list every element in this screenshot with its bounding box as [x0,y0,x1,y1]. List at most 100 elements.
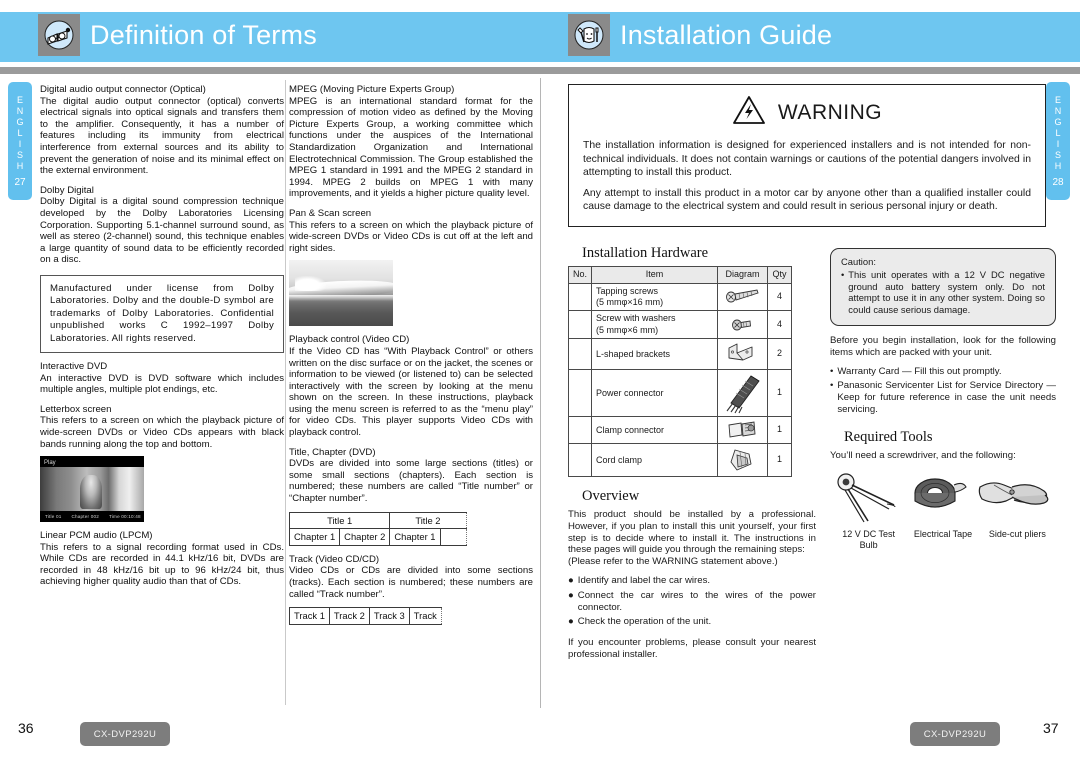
row-item: Power connector [591,369,718,418]
overview-closing: If you encounter problems, please consul… [568,637,816,660]
warning-paragraph-2: Any attempt to install this product in a… [583,187,1031,213]
packed-item-2: Panasonic Servicenter List for Service D… [837,380,1056,415]
letterbox-screen-photo: Play Title 01 Chapter 002 Time 00:10:48 [40,456,144,523]
l-bracket-icon [717,338,768,371]
term-pan-and-scan: Pan & Scan screen This refers to a scree… [289,208,533,254]
definitions-column-one: Digital audio output connector (Optical)… [40,84,284,588]
test-bulb-icon [832,471,902,525]
bullet-icon: • [830,380,834,392]
term-body: The digital audio output connector (opti… [40,95,284,177]
term-body: This refers to a screen on which the pla… [289,219,533,254]
table-row: Screw with washers (5 mmφ×6 mm) 4 [567,310,792,340]
row-item: Tapping screws (5 mmφ×16 mm) [591,282,718,312]
track-table: Track 1 Track 2 Track 3 Track [289,607,442,625]
clamp-connector-icon [717,416,768,445]
row-qty: 2 [767,338,792,371]
term-linear-pcm: Linear PCM audio (LPCM) This refers to a… [40,530,284,588]
term-digital-audio-output: Digital audio output connector (Optical)… [40,84,284,177]
term-body: Video CDs or CDs are divided into some s… [289,565,533,600]
table-row: L-shaped brackets 2 [567,338,792,371]
caution-item: • This unit operates with a 12 V DC nega… [841,269,1045,316]
right-page-title: Installation Guide [620,19,833,50]
tapping-screw-icon [717,282,768,312]
table-header-row: No. Item Diagram Qty [567,265,792,284]
term-title: Interactive DVD [40,360,108,372]
overview-heading: Overview [582,488,640,505]
side-cut-pliers-icon [974,471,1054,525]
list-item: ● Identify and label the car wires. [568,575,816,587]
osd-time: Time 00:10:48 [108,513,141,519]
track-cell-1: Track 1 [289,607,330,625]
model-badge-right: CX-DVP292U [910,722,1000,746]
header-gray-rule [0,67,1080,74]
caution-box: Caution: • This unit operates with a 12 … [830,248,1056,326]
electrical-tape-icon [905,471,971,525]
row-no [567,282,593,312]
row-no [567,416,593,445]
left-page-header: Definition of Terms [38,14,317,56]
packed-items-intro: Before you begin installation, look for … [830,334,1056,358]
term-title: Title, Chapter (DVD) [289,446,376,458]
list-item: ● Check the operation of the unit. [568,616,816,628]
installation-hardware-table: No. Item Diagram Qty Tapping screws (5 m… [567,265,792,478]
list-item: • Warranty Card — Fill this out promptly… [830,366,1056,378]
overview-bullets: ● Identify and label the car wires. ● Co… [568,575,816,628]
letterbox-play-label: Play [44,460,56,467]
term-letterbox-screen: Letterbox screen This refers to a screen… [40,404,284,450]
bullet-icon: • [830,365,834,377]
table-row: Chapter 1 Chapter 2 Chapter 1 [288,528,467,546]
track-cell-3: Track 3 [368,607,410,625]
term-playback-control: Playback control (Video CD) If the Video… [289,334,533,438]
chapter-cell-3: Chapter 1 [389,528,441,546]
title-chapter-table: Title 1 Title 2 Chapter 1 Chapter 2 Chap… [288,511,467,546]
term-track: Track (Video CD/CD) Video CDs or CDs are… [289,554,533,600]
packed-item-1: Warranty Card — Fill this out promptly. [837,365,1002,377]
bullet-icon: ● [568,575,574,586]
warning-box: WARNING The installation information is … [568,84,1046,227]
table-row: Title 1 Title 2 [288,511,467,530]
row-qty: 4 [767,310,792,340]
term-dolby-digital: Dolby Digital Dolby Digital is a digital… [40,185,284,266]
header-item: Item [591,265,718,284]
term-title: Dolby Digital [40,184,94,196]
header-qty: Qty [767,265,792,284]
definitions-column-two: MPEG (Moving Picture Experts Group) MPEG… [288,84,533,625]
bullet-icon: ● [568,589,574,601]
left-page-title: Definition of Terms [90,19,317,50]
row-item: Clamp connector [591,416,718,445]
chapter-cell-2: Chapter 2 [339,528,391,546]
page-number-right: 37 [1043,720,1059,736]
column-divider [285,80,286,705]
required-tools-heading: Required Tools [844,428,933,445]
letterbox-photo-figure [79,475,103,510]
panscan-spray [295,276,327,291]
term-body: MPEG is an international standard format… [289,95,533,200]
term-mpeg: MPEG (Moving Picture Experts Group) MPEG… [289,84,533,200]
letterbox-osd-footer: Title 01 Chapter 002 Time 00:10:48 [40,511,144,522]
term-body: An interactive DVD is DVD software which… [40,372,284,396]
page-number-left: 36 [18,720,34,736]
term-title: Playback control (Video CD) [289,334,410,346]
osd-title: Title 01 [45,513,62,519]
caution-label: Caution: [841,256,876,267]
term-title: Digital audio output connector (Optical) [40,84,206,95]
table-row: Cord clamp 1 [567,443,792,478]
row-qty: 1 [767,443,792,478]
table-row: Clamp connector 1 [567,416,792,445]
letterbox-photo-content [40,467,144,512]
caution-text: This unit operates with a 12 V DC negati… [848,268,1045,316]
track-cell-2: Track 2 [328,607,370,625]
power-connector-icon [717,369,768,418]
track-cell-4: Track [408,607,442,625]
row-item: Cord clamp [591,443,718,478]
installation-guide-page: WARNING The installation information is … [540,78,1080,708]
list-item: ● Connect the car wires to the wires of … [568,590,816,614]
bullet-icon: • [841,268,845,280]
header-no: No. [567,265,593,284]
side-tab-letters-left: ENGLISH [16,94,24,171]
cord-clamp-icon [717,443,768,478]
term-interactive-dvd: Interactive DVD An interactive DVD is DV… [40,361,284,396]
table-row: Tapping screws (5 mmφ×16 mm) 4 [567,282,792,312]
row-qty: 1 [767,369,792,418]
term-title: Letterbox screen [40,403,112,415]
